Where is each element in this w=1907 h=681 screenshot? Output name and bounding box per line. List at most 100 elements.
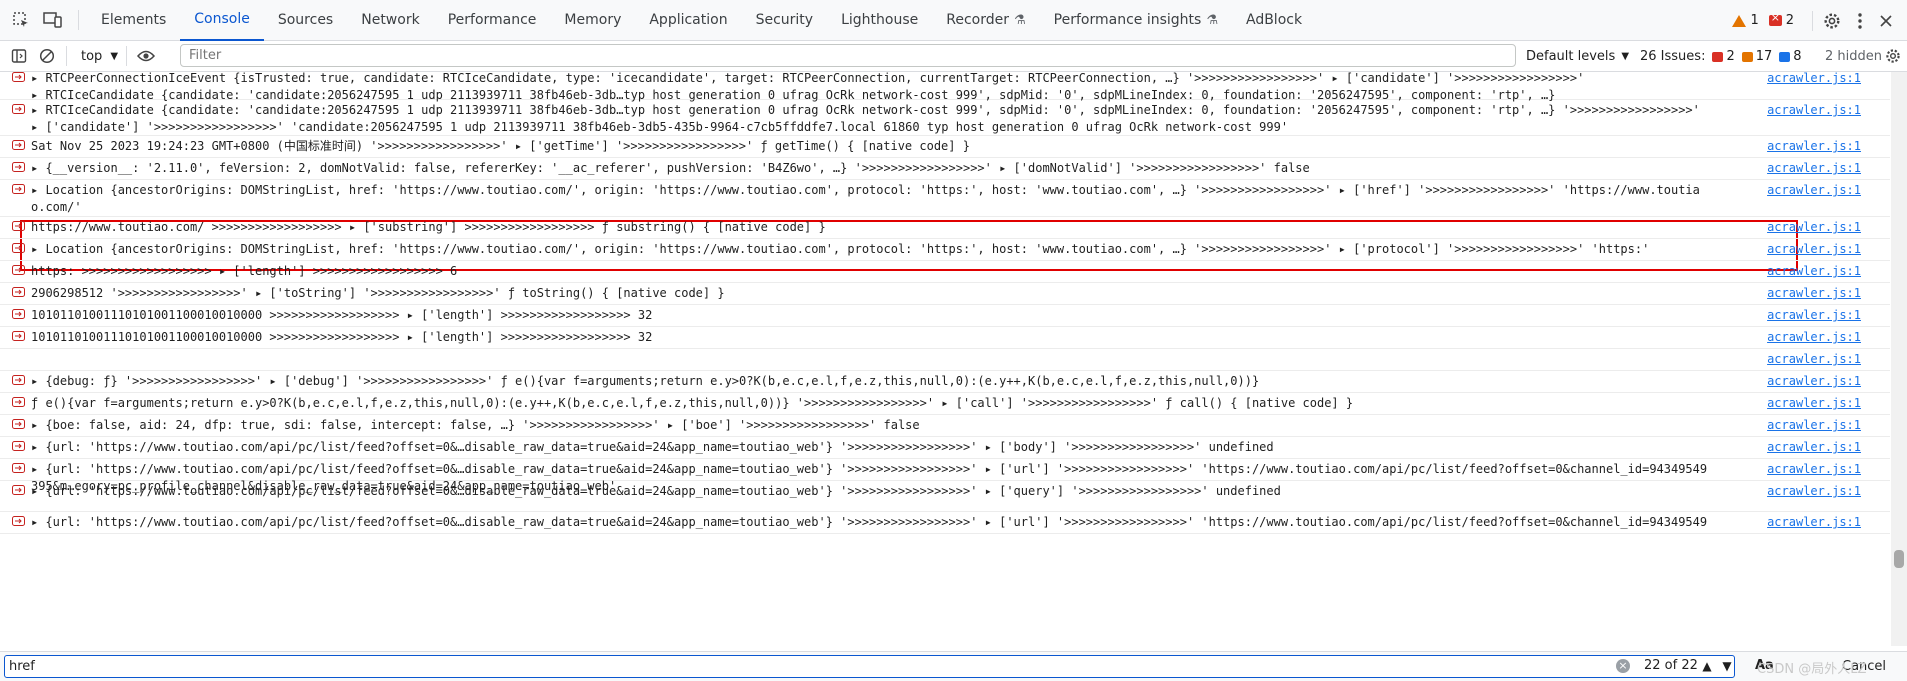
- log-message[interactable]: Sat Nov 25 2023 19:24:23 GMT+0800 (中国标准时…: [31, 138, 1761, 155]
- log-message[interactable]: ▸ {url: 'https://www.toutiao.com/api/pc/…: [31, 439, 1761, 456]
- scrollbar-thumb[interactable]: [1894, 550, 1904, 568]
- sidebar-toggle-icon[interactable]: [8, 45, 30, 67]
- source-file-link[interactable]: acrawler.js:1: [1767, 351, 1861, 368]
- tab-label: AdBlock: [1245, 12, 1303, 28]
- log-source-arrow-icon: [12, 287, 25, 297]
- console-log-row: 2906298512 '>>>>>>>>>>>>>>>>>' ▸ ['toStr…: [0, 283, 1890, 305]
- log-message[interactable]: https: >>>>>>>>>>>>>>>>>> ▸ ['length'] >…: [31, 263, 1761, 280]
- log-source-arrow-icon: [12, 375, 25, 385]
- log-message[interactable]: 2906298512 '>>>>>>>>>>>>>>>>>' ▸ ['toStr…: [31, 285, 1761, 302]
- inspect-element-icon[interactable]: [10, 9, 32, 31]
- console-log-row: ▸ {debug: ƒ} '>>>>>>>>>>>>>>>>>' ▸ ['deb…: [0, 371, 1890, 393]
- tab-label: Network: [361, 12, 420, 28]
- source-file-link[interactable]: acrawler.js:1: [1767, 241, 1861, 258]
- context-selector[interactable]: top ▼: [81, 49, 118, 64]
- log-message-line: 10101101001110101001100010010000 >>>>>>>…: [31, 330, 653, 344]
- log-source-arrow-icon: [12, 441, 25, 451]
- console-toolbar: top ▼ Default levels ▼ 26 Issues: 2 17 8 2…: [0, 41, 1907, 72]
- source-file-link[interactable]: acrawler.js:1: [1767, 417, 1861, 434]
- tab-lighthouse[interactable]: Lighthouse: [827, 0, 932, 41]
- tab-application[interactable]: Application: [635, 0, 741, 41]
- log-message[interactable]: ▸ {debug: ƒ} '>>>>>>>>>>>>>>>>>' ▸ ['deb…: [31, 373, 1761, 390]
- log-source-arrow-icon: [12, 72, 25, 82]
- log-message[interactable]: ▸ {url: 'https://www.toutiao.com/api/pc/…: [31, 483, 1761, 500]
- source-file-link[interactable]: acrawler.js:1: [1767, 307, 1861, 324]
- more-options-icon[interactable]: [1849, 10, 1871, 32]
- console-log-row: 10101101001110101001100010010000 >>>>>>>…: [0, 327, 1890, 349]
- log-message-line: ▸ RTCIceCandidate {candidate: 'candidate…: [31, 103, 1700, 117]
- tab-adblock[interactable]: AdBlock: [1232, 0, 1316, 41]
- source-file-link[interactable]: acrawler.js:1: [1767, 514, 1861, 531]
- log-source-arrow-icon: [12, 397, 25, 407]
- source-file-link[interactable]: acrawler.js:1: [1767, 263, 1861, 280]
- console-settings-gear-icon[interactable]: [1885, 48, 1901, 68]
- live-expression-eye-icon[interactable]: [135, 45, 157, 67]
- device-toolbar-icon[interactable]: [42, 9, 64, 31]
- log-message[interactable]: ▸ Location {ancestorOrigins: DOMStringLi…: [31, 182, 1761, 216]
- clear-search-icon[interactable]: ×: [1616, 659, 1630, 673]
- tab-security[interactable]: Security: [742, 0, 828, 41]
- log-message[interactable]: https://www.toutiao.com/ >>>>>>>>>>>>>>>…: [31, 219, 1761, 236]
- source-file-link[interactable]: acrawler.js:1: [1767, 72, 1861, 87]
- close-devtools-icon[interactable]: [1875, 10, 1897, 32]
- divider: [1812, 10, 1813, 31]
- console-log-row: 10101101001110101001100010010000 >>>>>>>…: [0, 305, 1890, 327]
- console-search-bar: × 22 of 22 ▲ ▼ Aa Cancel CSDN @局外人LZ: [0, 651, 1907, 681]
- warning-icon: [1732, 14, 1747, 27]
- source-file-link[interactable]: acrawler.js:1: [1767, 395, 1861, 412]
- source-file-link[interactable]: acrawler.js:1: [1767, 102, 1861, 119]
- divider: [126, 46, 128, 66]
- log-message[interactable]: ▸ RTCIceCandidate {candidate: 'candidate…: [31, 102, 1761, 136]
- log-source-arrow-icon: [12, 104, 25, 114]
- filter-input[interactable]: [180, 44, 1516, 67]
- console-log-row: ▸ {url: 'https://www.toutiao.com/api/pc/…: [0, 481, 1890, 512]
- tab-memory[interactable]: Memory: [550, 0, 635, 41]
- tab-performance-insights[interactable]: Performance insights ⚗: [1040, 0, 1232, 41]
- tab-recorder[interactable]: Recorder ⚗: [932, 0, 1039, 41]
- console-scrollbar[interactable]: [1891, 72, 1907, 646]
- devtools-tabbar: Elements Console Sources Network Performance…: [0, 0, 1907, 41]
- tab-sources[interactable]: Sources: [264, 0, 347, 41]
- log-message[interactable]: ƒ e(){var f=arguments;return e.y>0?K(b,e…: [31, 395, 1761, 412]
- log-message[interactable]: ▸ {boe: false, aid: 24, dfp: true, sdi: …: [31, 417, 1761, 434]
- log-source-arrow-icon: [12, 184, 25, 194]
- previous-match-icon[interactable]: ▲: [1697, 656, 1717, 676]
- tab-elements[interactable]: Elements: [87, 0, 180, 41]
- source-file-link[interactable]: acrawler.js:1: [1767, 219, 1861, 236]
- tab-label: Security: [755, 12, 814, 28]
- search-input[interactable]: [4, 655, 1735, 678]
- context-value: top: [81, 48, 103, 64]
- source-file-link[interactable]: acrawler.js:1: [1767, 461, 1861, 478]
- error-count[interactable]: 2: [1768, 11, 1794, 28]
- log-message-line: ▸ {url: 'https://www.toutiao.com/api/pc/…: [31, 515, 1708, 529]
- source-file-link[interactable]: acrawler.js:1: [1767, 483, 1861, 500]
- source-file-link[interactable]: acrawler.js:1: [1767, 373, 1861, 390]
- log-source-arrow-icon: [12, 162, 25, 172]
- source-file-link[interactable]: acrawler.js:1: [1767, 160, 1861, 177]
- clear-console-icon[interactable]: [36, 45, 58, 67]
- tab-network[interactable]: Network: [347, 0, 433, 41]
- source-file-link[interactable]: acrawler.js:1: [1767, 182, 1861, 199]
- source-file-link[interactable]: acrawler.js:1: [1767, 285, 1861, 302]
- tab-label: Performance: [447, 12, 537, 28]
- source-file-link[interactable]: acrawler.js:1: [1767, 138, 1861, 155]
- log-levels-dropdown[interactable]: Default levels ▼: [1526, 41, 1629, 72]
- log-message[interactable]: ▸ Location {ancestorOrigins: DOMStringLi…: [31, 241, 1761, 258]
- log-message[interactable]: ▸ {url: 'https://www.toutiao.com/api/pc/…: [31, 514, 1761, 531]
- console-log-row: ▸ {boe: false, aid: 24, dfp: true, sdi: …: [0, 415, 1890, 437]
- next-match-icon[interactable]: ▼: [1717, 656, 1737, 676]
- tab-performance[interactable]: Performance: [434, 0, 551, 41]
- issues-counter[interactable]: 26 Issues: 2 17 8: [1640, 41, 1802, 72]
- settings-gear-icon[interactable]: [1821, 10, 1843, 32]
- tab-console[interactable]: Console: [180, 0, 264, 41]
- log-message[interactable]: 10101101001110101001100010010000 >>>>>>>…: [31, 329, 1761, 346]
- source-file-link[interactable]: acrawler.js:1: [1767, 329, 1861, 346]
- issue-error-icon: [1712, 51, 1724, 62]
- log-levels-label: Default levels: [1526, 49, 1616, 64]
- log-message[interactable]: ▸ {__version__: '2.11.0', feVersion: 2, …: [31, 160, 1761, 177]
- source-file-link[interactable]: acrawler.js:1: [1767, 439, 1861, 456]
- warning-count[interactable]: 1: [1732, 13, 1759, 28]
- experimental-flask-icon: ⚗: [1206, 12, 1218, 28]
- issues-warnings-count: 17: [1755, 49, 1773, 64]
- log-message[interactable]: 10101101001110101001100010010000 >>>>>>>…: [31, 307, 1761, 324]
